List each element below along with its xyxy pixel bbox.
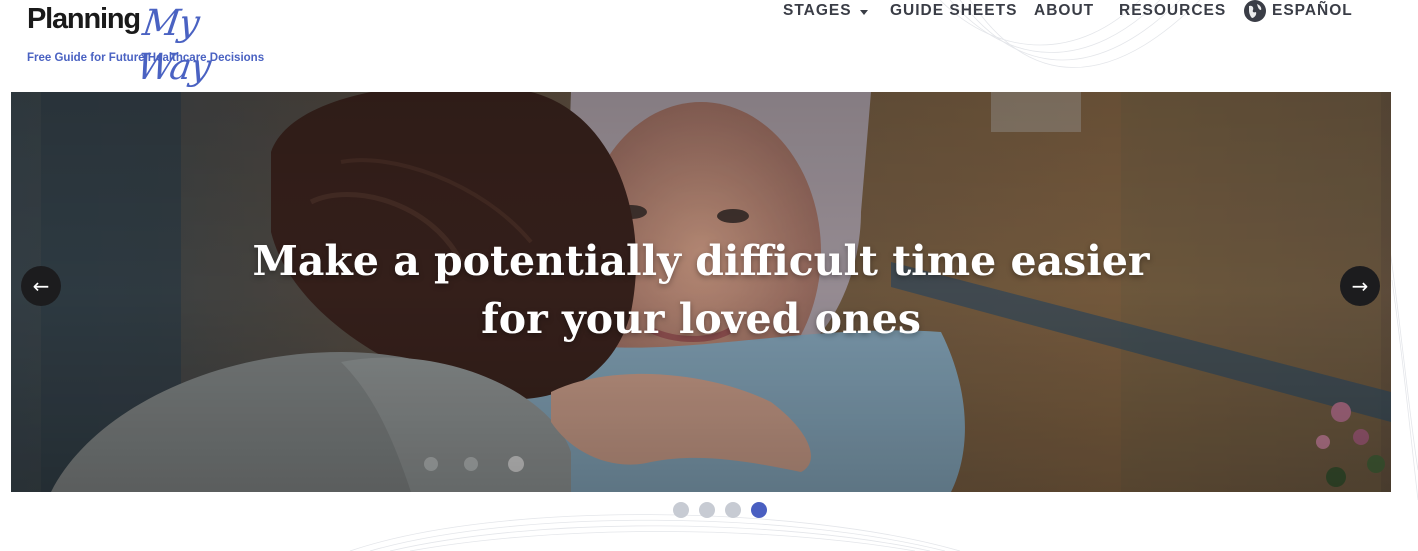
carousel-dot-3[interactable] — [725, 502, 741, 518]
hero-headline: Make a potentially difficult time easier… — [252, 237, 1150, 343]
nav-item-label: ESPAÑOL — [1272, 2, 1353, 19]
nav-item-label: RESOURCES — [1119, 2, 1227, 19]
carousel-dot-2[interactable] — [699, 502, 715, 518]
logo-tagline: Free Guide for Future Healthcare Decisio… — [27, 52, 265, 64]
arrow-right-icon: → — [1351, 274, 1369, 298]
nav-item-about[interactable]: ABOUT — [1034, 0, 1094, 22]
hero-carousel: Make a potentially difficult time easier… — [11, 92, 1391, 492]
site-logo[interactable]: Planning My Way Free Guide for Future He… — [27, 2, 267, 88]
carousel-dot-4[interactable] — [751, 502, 767, 518]
arrow-left-icon: ← — [32, 274, 50, 298]
carousel-dot-1[interactable] — [673, 502, 689, 518]
carousel-prev-button[interactable]: ← — [21, 266, 61, 306]
nav-item-label: GUIDE SHEETS — [890, 2, 1018, 19]
nav-item-guide-sheets[interactable]: GUIDE SHEETS — [890, 0, 1017, 22]
nav-item-resources[interactable]: RESOURCES — [1119, 0, 1226, 22]
logo-wordmark: Planning — [27, 3, 141, 35]
carousel-next-button[interactable]: → — [1340, 266, 1380, 306]
caret-down-icon — [859, 9, 868, 15]
globe-icon — [1244, 0, 1266, 22]
nav-item-stages[interactable]: STAGES — [783, 0, 868, 22]
nav-item-label: STAGES — [783, 2, 852, 19]
logo-script-text: My Way — [134, 3, 213, 88]
nav-item-espanol[interactable]: ESPAÑOL — [1244, 0, 1353, 22]
nav-item-label: ABOUT — [1034, 2, 1095, 19]
